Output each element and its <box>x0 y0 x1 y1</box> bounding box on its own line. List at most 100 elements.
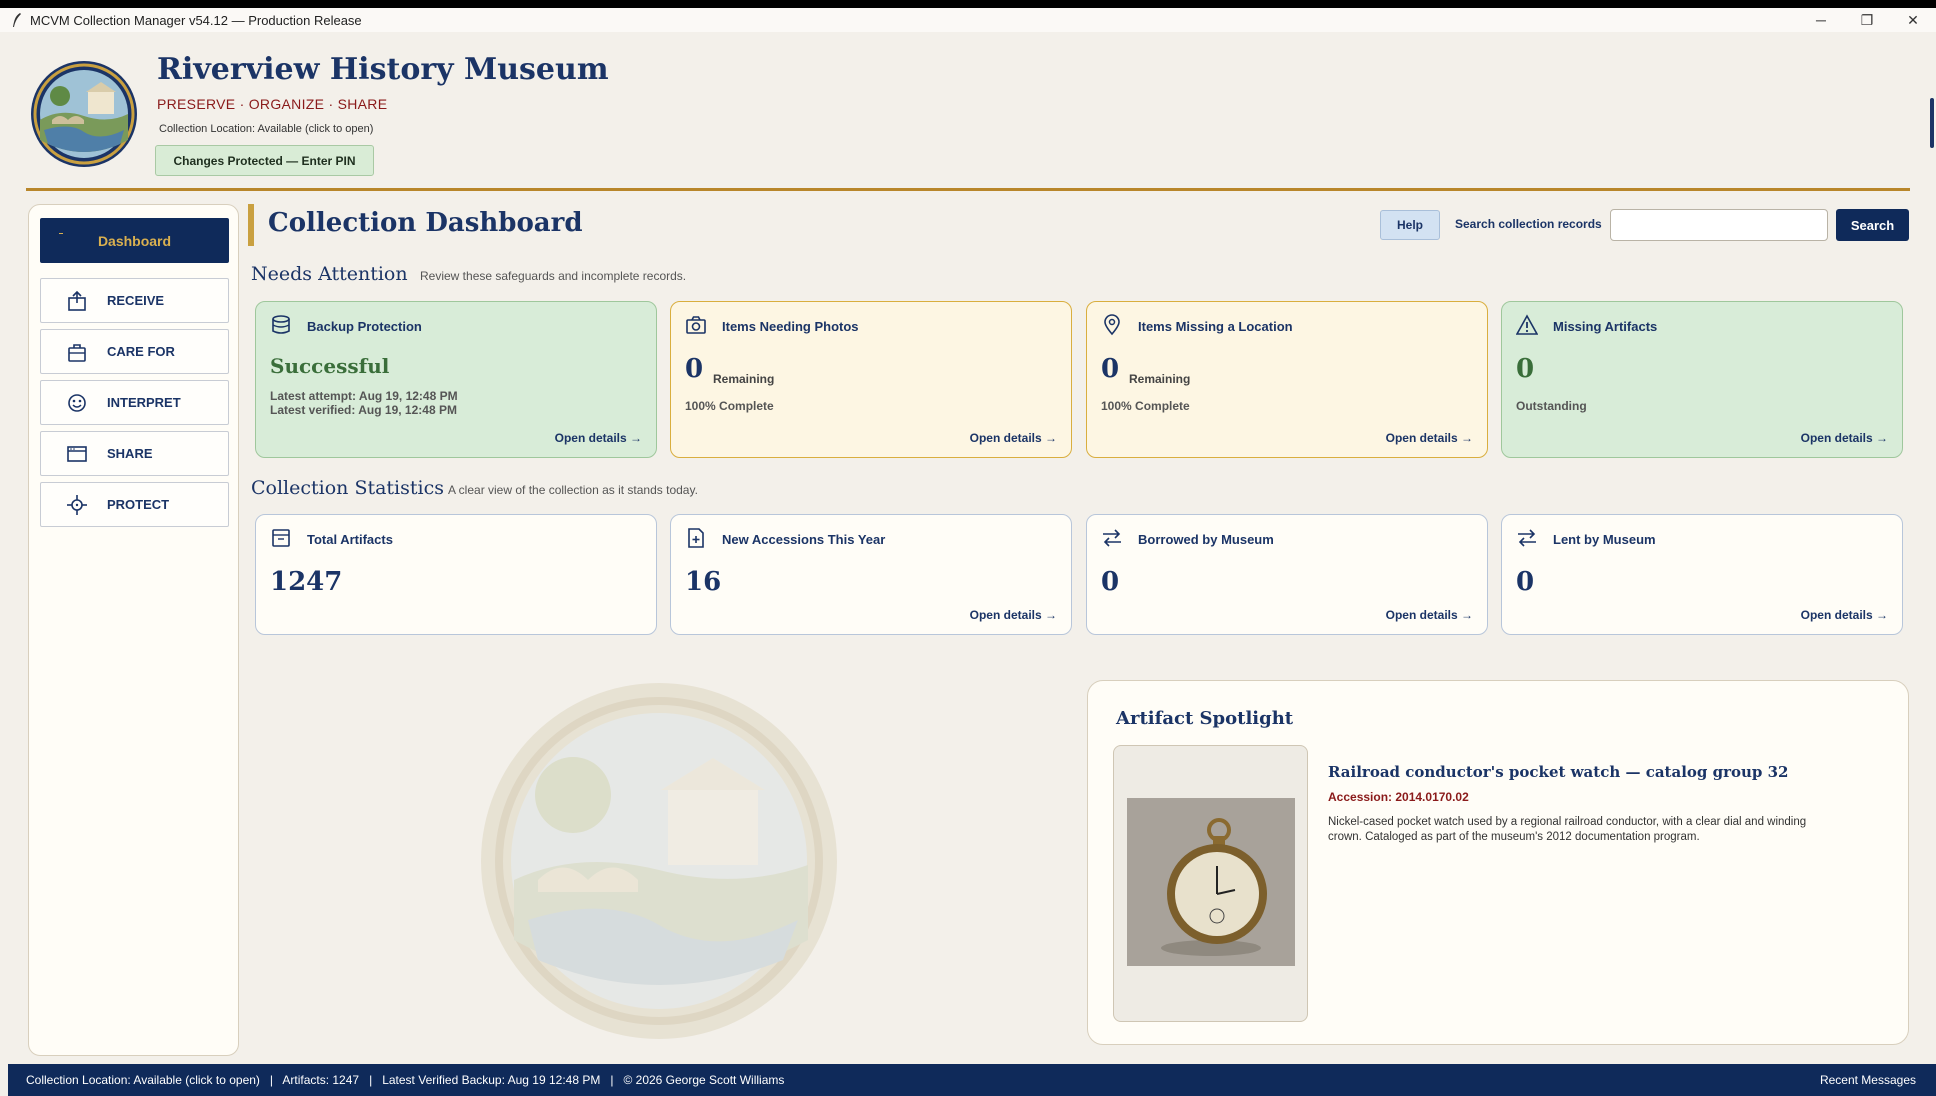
search-input[interactable] <box>1610 209 1828 241</box>
card-title: Total Artifacts <box>307 532 393 547</box>
lent-by-museum-card[interactable]: Lent by Museum 0 Open details → <box>1501 514 1903 635</box>
sidebar-item-protect[interactable]: PROTECT <box>40 482 229 527</box>
card-title: Missing Artifacts <box>1553 319 1658 334</box>
title-accent-bar <box>248 204 254 246</box>
sidebar-item-care-for[interactable]: CARE FOR <box>40 329 229 374</box>
status-bar: Collection Location: Available (click to… <box>8 1064 1936 1096</box>
outstanding-label: Outstanding <box>1516 399 1587 413</box>
open-details-link[interactable]: Open details → <box>1386 608 1473 622</box>
museum-seal-watermark <box>481 683 837 1039</box>
sidebar-item-label: INTERPRET <box>107 395 181 410</box>
missing-artifacts-count: 0 <box>1516 354 1535 384</box>
header-divider <box>26 188 1910 191</box>
dashboard-icon <box>59 233 63 234</box>
search-label: Search collection records <box>1455 217 1602 231</box>
warning-icon <box>1516 314 1538 335</box>
swap-arrows-icon <box>1518 529 1536 547</box>
open-details-link[interactable]: Open details → <box>1801 431 1888 445</box>
open-details-link[interactable]: Open details → <box>1801 608 1888 622</box>
remaining-label: Remaining <box>713 372 775 386</box>
missing-artifacts-card[interactable]: Missing Artifacts 0 Outstanding Open det… <box>1501 301 1903 458</box>
title-bar: MCVM Collection Manager v54.12 — Product… <box>0 8 1936 32</box>
open-details-link[interactable]: Open details → <box>970 608 1057 622</box>
photos-remaining-count: 0 <box>685 354 704 384</box>
face-icon <box>65 391 89 415</box>
open-details-link[interactable]: Open details → <box>555 431 642 445</box>
lent-value: 0 <box>1516 567 1535 597</box>
archive-box-icon <box>272 529 290 547</box>
open-details-link[interactable]: Open details → <box>970 431 1057 445</box>
sidebar-item-dashboard[interactable]: Dashboard <box>40 218 229 263</box>
borrowed-by-museum-card[interactable]: Borrowed by Museum 0 Open details → <box>1086 514 1488 635</box>
borrowed-value: 0 <box>1101 567 1120 597</box>
window-title: MCVM Collection Manager v54.12 — Product… <box>30 12 362 28</box>
feather-app-icon <box>13 13 21 27</box>
location-remaining-count: 0 <box>1101 354 1120 384</box>
completion-note: 100% Complete <box>1101 399 1190 413</box>
sidebar-item-label: SHARE <box>107 446 153 461</box>
database-icon <box>272 315 290 334</box>
latest-attempt: Latest attempt: Aug 19, 12:48 PM <box>270 389 458 403</box>
latest-verified: Latest verified: Aug 19, 12:48 PM <box>270 403 457 417</box>
card-title: Lent by Museum <box>1553 532 1656 547</box>
restore-button[interactable]: ❐ <box>1844 8 1890 32</box>
collection-statistics-subtitle: A clear view of the collection as it sta… <box>448 483 698 497</box>
collection-location-link[interactable]: Collection Location: Available (click to… <box>159 123 373 135</box>
needs-attention-subtitle: Review these safeguards and incomplete r… <box>420 269 687 283</box>
close-button[interactable]: ✕ <box>1890 8 1936 32</box>
sidebar-item-label: Dashboard <box>97 232 172 249</box>
window-icon <box>65 442 89 466</box>
search-button[interactable]: Search <box>1836 209 1909 241</box>
enter-pin-button[interactable]: Changes Protected — Enter PIN <box>155 145 374 176</box>
camera-icon <box>686 316 706 334</box>
status-bar-info[interactable]: Collection Location: Available (click to… <box>26 1073 784 1087</box>
recent-messages-link[interactable]: Recent Messages <box>1820 1073 1916 1087</box>
page-title: Collection Dashboard <box>268 208 583 238</box>
card-title: Items Needing Photos <box>722 319 859 334</box>
card-title: Borrowed by Museum <box>1138 532 1274 547</box>
sidebar-item-interpret[interactable]: INTERPRET <box>40 380 229 425</box>
card-title: Items Missing a Location <box>1138 319 1293 334</box>
new-accessions-card[interactable]: New Accessions This Year 16 Open details… <box>670 514 1072 635</box>
total-artifacts-card: Total Artifacts 1247 <box>255 514 657 635</box>
swap-arrows-icon <box>1103 529 1121 547</box>
pocket-watch-image <box>1127 798 1295 966</box>
remaining-label: Remaining <box>1129 372 1191 386</box>
artifact-photo-frame[interactable] <box>1113 745 1308 1022</box>
sidebar-item-label: PROTECT <box>107 497 170 512</box>
museum-tagline: PRESERVE · ORGANIZE · SHARE <box>157 96 388 112</box>
care-bag-icon <box>65 340 89 364</box>
completion-note: 100% Complete <box>685 399 774 413</box>
minimize-button[interactable]: ─ <box>1798 8 1844 32</box>
map-pin-icon <box>1104 314 1120 336</box>
crosshair-icon <box>65 493 89 517</box>
artifact-title[interactable]: Railroad conductor's pocket watch — cata… <box>1328 763 1789 781</box>
sidebar: Dashboard RECEIVE CARE FOR INTERPRET SHA… <box>28 204 239 1056</box>
spotlight-title: Artifact Spotlight <box>1116 708 1294 729</box>
museum-logo <box>31 61 137 167</box>
needs-attention-title: Needs Attention <box>251 263 408 285</box>
sidebar-item-receive[interactable]: RECEIVE <box>40 278 229 323</box>
help-button[interactable]: Help <box>1380 210 1440 240</box>
header: Riverview History Museum PRESERVE · ORGA… <box>26 32 1910 184</box>
card-title: Backup Protection <box>307 319 422 334</box>
new-accessions-value: 16 <box>685 567 722 597</box>
museum-name: Riverview History Museum <box>157 52 609 87</box>
backup-status: Successful <box>270 354 390 378</box>
total-artifacts-value: 1247 <box>270 567 343 597</box>
items-needing-photos-card[interactable]: Items Needing Photos 0 Remaining 100% Co… <box>670 301 1072 458</box>
sidebar-item-share[interactable]: SHARE <box>40 431 229 476</box>
open-details-link[interactable]: Open details → <box>1386 431 1473 445</box>
accession-number: Accession: 2014.0170.02 <box>1328 790 1469 804</box>
artifact-spotlight: Artifact Spotlight Railroad conductor's … <box>1087 680 1909 1045</box>
file-plus-icon <box>688 528 704 548</box>
backup-protection-card[interactable]: Backup Protection Successful Latest atte… <box>255 301 657 458</box>
receive-box-icon <box>65 289 89 313</box>
app-window: MCVM Collection Manager v54.12 — Product… <box>0 8 1936 1096</box>
scrollbar-thumb[interactable] <box>1930 98 1934 148</box>
sidebar-item-label: CARE FOR <box>107 344 175 359</box>
scrollbar[interactable] <box>1926 32 1936 1064</box>
collection-statistics-title: Collection Statistics <box>251 477 444 499</box>
items-missing-location-card[interactable]: Items Missing a Location 0 Remaining 100… <box>1086 301 1488 458</box>
sidebar-item-label: RECEIVE <box>107 293 165 308</box>
